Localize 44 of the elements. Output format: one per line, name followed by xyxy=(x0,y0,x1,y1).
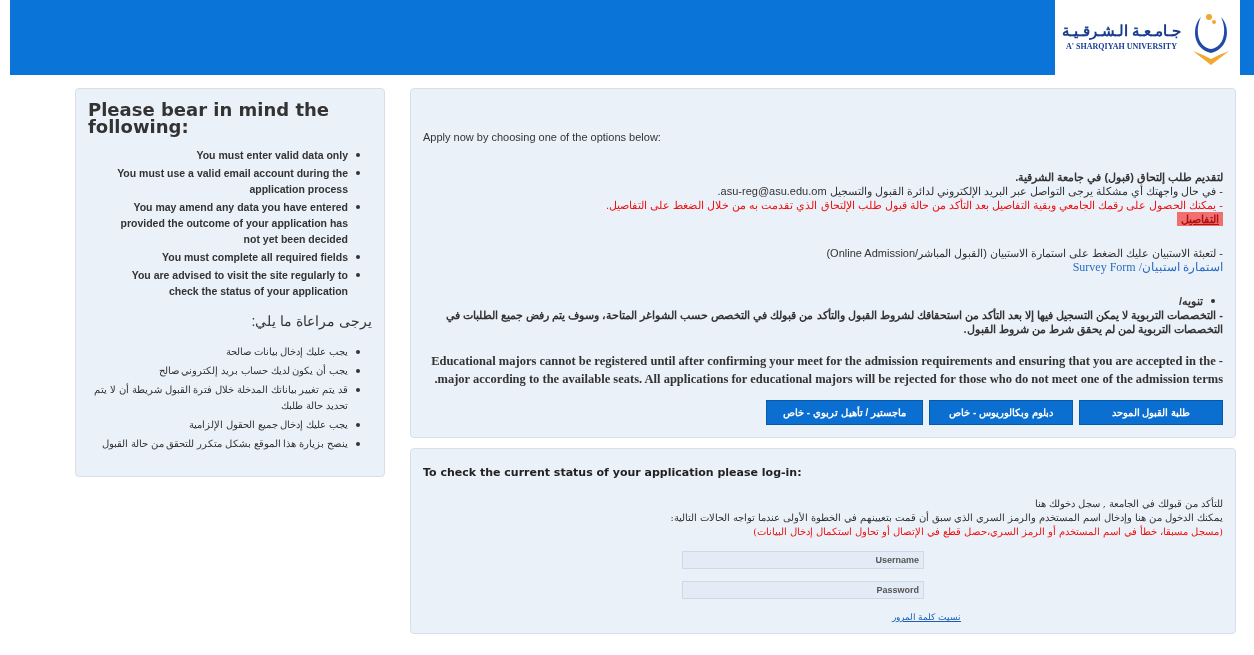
login-title: To check the current status of your application please log-in: xyxy=(423,464,803,481)
alert-english-text: - Educational majors cannot be registered until after confirming your meet for the admission requirements and ensuring that you are accepted in the major according to the available seats. All applications for educational majors will be rejected for those who do not meet one of the admission terms. xyxy=(430,352,1223,388)
login-text: يمكنك الدخول من هنا وإدخال اسم المستخدم والرمز السري الذي سبق أن قمت بتعيينهم في الخطوة الأولى عندما تواجه الحالات التالية: xyxy=(669,511,1223,525)
login-warning-text: (مسجل مسبقا، خطأ في اسم المستخدم أو الرمز السري،حصل قطع في الإتصال أو تحاول استكمال إدخال البيانات) xyxy=(752,525,1223,539)
contact-text: - في حال واجهتك أي مشكلة يرجى التواصل عبر البريد الإلكتروني لدائرة القبول والتسجيل asu-reg@asu.edu.om. xyxy=(716,184,1223,198)
note-item: You must complete all required fields xyxy=(161,250,348,265)
note-item: You must use a valid email account during the application process xyxy=(116,166,348,197)
notice-text: - يمكنك الحصول على رقمك الجامعي وبقية التفاصيل بعد التأكد من حالة قبول طلب الإلتحاق الذي تقدمت به من خلال الضغط على التفاصيل. xyxy=(605,198,1223,212)
bullet-icon xyxy=(356,171,360,175)
alert-text: - التخصصات التربوية لا يمكن التسجيل فيها إلا بعد التأكد من استحقاقك لشروط القبول والتأكد من قبولك في التخصص حسب الشواغر المتاحة، وسوف يتم رفض جميع الطلبات في التخصصات التربوية لمن لم يحقق شرط من شروط القبول. xyxy=(444,308,1223,336)
password-field[interactable]: Password xyxy=(682,581,924,599)
note-item: You are advised to visit the site regularly to check the status of your application xyxy=(130,268,348,299)
note-item: يجب عليك إدخال جميع الحقول الإلزامية xyxy=(189,418,348,433)
apply-heading: لتقديم طلب إلتحاق (قبول) في جامعة الشرقية. xyxy=(1014,169,1223,184)
admission-button[interactable]: ماجستير / تأهيل تربوي - خاص xyxy=(766,399,923,425)
admission-button[interactable]: طلبة القبول الموحد xyxy=(1079,399,1223,425)
bullet-icon xyxy=(356,388,360,392)
bullet-icon xyxy=(356,442,360,446)
note-item: يجب عليك إدخال بيانات صالحة xyxy=(225,345,348,360)
survey-text: - لتعبئة الاستبيان عليك الضغط على استمارة الاستبيان (القبول المباشر/Online Admission) xyxy=(825,245,1223,260)
note-item: يجب أن يكون لديك حساب بريد إلكتروني صالح xyxy=(158,363,348,379)
bullet-icon xyxy=(356,153,360,157)
note-item: قد يتم تغيير بياناتك المدخلة خلال فترة القبول شريطة أن لا يتم تحديد حالة طلبك xyxy=(93,382,348,413)
bullet-icon xyxy=(356,255,360,259)
notes-arabic-title: يرجى مراعاة ما يلي: xyxy=(250,312,372,332)
note-item: You must enter valid data only xyxy=(195,148,348,163)
note-item: You may amend any data you have entered provided the outcome of your application has not yet been decided xyxy=(119,200,348,247)
bullet-icon xyxy=(356,273,360,277)
username-field[interactable]: Username xyxy=(682,551,924,569)
admission-button[interactable]: دبلوم وبكالوريوس - خاص xyxy=(929,399,1073,425)
logo-english-text: A' SHARQIYAH UNIVERSITY xyxy=(1066,40,1177,53)
bullet-icon xyxy=(356,369,360,373)
forgot-password-link[interactable]: نسيت كلمة المرور xyxy=(892,611,961,625)
bullet-icon xyxy=(356,350,360,354)
bullet-icon xyxy=(1211,298,1215,303)
notes-title: Please bear in mind the following: xyxy=(88,101,331,135)
bullet-icon xyxy=(356,205,360,209)
alert-title: تنويه/ xyxy=(1178,293,1203,308)
note-item: ينصح بزيارة هذا الموقع بشكل متكرر للتحقق من حالة القبول xyxy=(102,437,348,452)
apply-intro: Apply now by choosing one of the options below: xyxy=(423,130,662,145)
login-text: للتأكد من قبولك في الجامعة , سجل دخولك هنا xyxy=(1033,497,1223,511)
survey-link[interactable]: استمارة استبيان/ Survey Form xyxy=(1072,259,1223,274)
logo-arabic-text: جـامـعـة الـشـرقـيـة xyxy=(1061,22,1182,41)
bullet-icon xyxy=(356,423,360,427)
